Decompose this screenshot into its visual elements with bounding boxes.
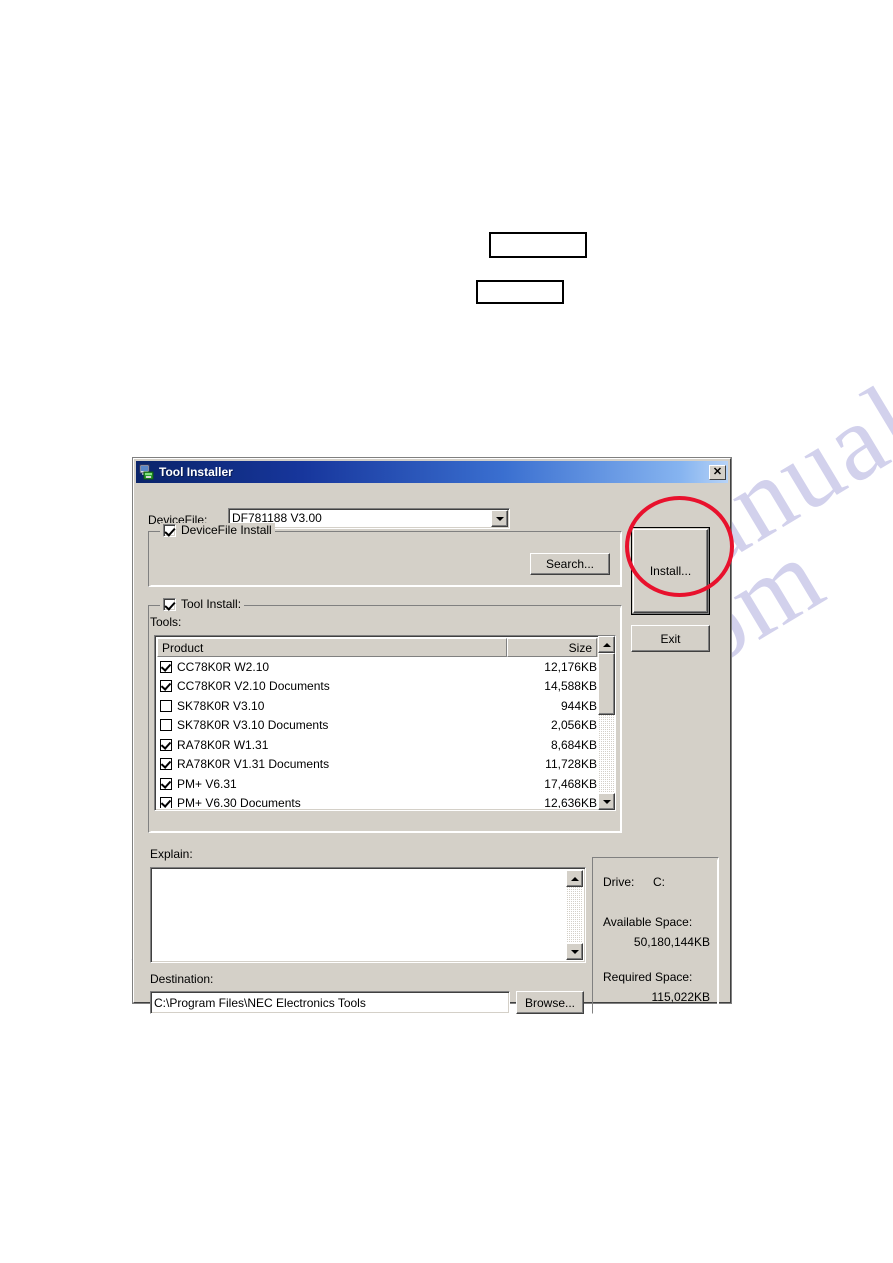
destination-label: Destination: bbox=[150, 972, 214, 986]
row-size-value: 14,588KB bbox=[544, 679, 597, 694]
install-button-label: Install... bbox=[649, 564, 692, 578]
triangle-up-icon[interactable] bbox=[566, 870, 583, 887]
row-checkbox[interactable] bbox=[160, 738, 172, 751]
table-row[interactable]: RA78K0R W1.31 8,684KB bbox=[157, 735, 613, 755]
row-checkbox[interactable] bbox=[160, 719, 172, 732]
row-checkbox[interactable] bbox=[160, 777, 172, 790]
required-space-label: Required Space: bbox=[603, 970, 693, 984]
row-checkbox[interactable] bbox=[160, 758, 172, 771]
table-row[interactable]: CC78K0R V2.10 Documents 14,588KB bbox=[157, 677, 613, 697]
tools-list-label: Tools: bbox=[150, 615, 182, 629]
triangle-down-icon[interactable] bbox=[566, 943, 583, 960]
tools-listview-rows: CC78K0R W2.10 12,176KB CC78K0R V2.10 Docum… bbox=[157, 657, 613, 808]
table-row[interactable]: SK78K0R V3.10 Documents 2,056KB bbox=[157, 716, 613, 736]
row-product-name: CC78K0R V2.10 Documents bbox=[177, 679, 330, 694]
table-row[interactable]: RA78K0R V1.31 Documents 11,728KB bbox=[157, 755, 613, 775]
explain-label: Explain: bbox=[150, 847, 193, 861]
drive-value: C: bbox=[653, 875, 665, 889]
row-checkbox[interactable] bbox=[160, 699, 172, 712]
drive-info-panel: Drive: C: Available Space: 50,180,144KB … bbox=[592, 857, 719, 1014]
tool-install-label: Tool Install: bbox=[181, 597, 242, 611]
table-row[interactable]: SK78K0R V3.10 944KB bbox=[157, 696, 613, 716]
row-product-name: RA78K0R W1.31 bbox=[177, 737, 269, 752]
column-header-size[interactable]: Size bbox=[507, 638, 597, 657]
table-row[interactable]: CC78K0R W2.10 12,176KB bbox=[157, 657, 613, 677]
explain-textarea[interactable] bbox=[150, 867, 586, 963]
search-button[interactable]: Search... bbox=[530, 553, 610, 575]
scrollbar-thumb[interactable] bbox=[598, 653, 615, 715]
tools-listview[interactable]: Product Size CC78K0R W2.10 12,176KB CC78K0… bbox=[154, 635, 616, 811]
explain-scrollbar[interactable] bbox=[566, 870, 583, 960]
devicefile-install-checkbox[interactable] bbox=[163, 523, 176, 537]
close-icon[interactable]: ✕ bbox=[709, 464, 726, 480]
table-row[interactable]: PM+ V6.30 Documents 12,636KB bbox=[157, 794, 613, 808]
destination-input[interactable]: C:\Program Files\NEC Electronics Tools bbox=[150, 991, 510, 1014]
row-size-value: 11,728KB bbox=[545, 757, 597, 772]
row-size-value: 8,684KB bbox=[550, 737, 597, 752]
chevron-down-icon[interactable] bbox=[491, 510, 508, 527]
scrollbar-track[interactable] bbox=[566, 887, 583, 943]
row-checkbox[interactable] bbox=[160, 797, 172, 808]
browse-button-label: Browse... bbox=[524, 995, 575, 1010]
row-product-name: PM+ V6.31 bbox=[177, 776, 237, 791]
available-space-value: 50,180,144KB bbox=[633, 935, 710, 949]
installer-icon bbox=[139, 464, 155, 480]
column-header-product[interactable]: Product bbox=[157, 638, 507, 657]
window-titlebar[interactable]: Tool Installer ✕ bbox=[136, 461, 728, 483]
devicefile-install-legend: DeviceFile Install bbox=[160, 523, 275, 537]
row-product-name: SK78K0R V3.10 bbox=[177, 698, 265, 713]
callout-box-1 bbox=[489, 232, 587, 258]
window-title: Tool Installer bbox=[159, 465, 233, 479]
tool-installer-window: Tool Installer ✕ DeviceFile Install Devi… bbox=[133, 458, 731, 1014]
drive-label: Drive: bbox=[603, 875, 635, 889]
triangle-down-icon[interactable] bbox=[598, 793, 615, 810]
install-button[interactable]: Install... bbox=[631, 527, 710, 615]
destination-value: C:\Program Files\NEC Electronics Tools bbox=[154, 995, 366, 1010]
dialog-body: DeviceFile Install DeviceFile: DF781188 … bbox=[136, 485, 728, 1014]
table-row[interactable]: PM+ V6.31 17,468KB bbox=[157, 774, 613, 794]
triangle-up-icon[interactable] bbox=[598, 636, 615, 653]
row-product-name: RA78K0R V1.31 Documents bbox=[177, 757, 330, 772]
devicefile-install-label: DeviceFile Install bbox=[181, 523, 272, 537]
tools-listview-header: Product Size bbox=[157, 638, 613, 657]
exit-button-label: Exit bbox=[660, 631, 681, 646]
row-size-value: 12,176KB bbox=[544, 659, 597, 674]
exit-button[interactable]: Exit bbox=[631, 625, 710, 652]
tools-list-scrollbar[interactable] bbox=[598, 636, 615, 810]
tool-install-legend: Tool Install: bbox=[160, 597, 245, 611]
row-product-name: SK78K0R V3.10 Documents bbox=[177, 718, 329, 733]
row-product-name: CC78K0R W2.10 bbox=[177, 659, 270, 674]
tool-install-checkbox[interactable] bbox=[163, 597, 176, 611]
browse-button[interactable]: Browse... bbox=[516, 991, 584, 1014]
row-size-value: 17,468KB bbox=[544, 776, 597, 791]
callout-box-2 bbox=[476, 280, 564, 304]
row-product-name: PM+ V6.30 Documents bbox=[177, 796, 301, 808]
row-checkbox[interactable] bbox=[160, 660, 172, 673]
row-size-value: 944KB bbox=[560, 698, 597, 713]
required-space-value: 115,022KB bbox=[651, 990, 711, 1004]
available-space-label: Available Space: bbox=[603, 915, 693, 929]
search-button-label: Search... bbox=[545, 557, 595, 571]
row-checkbox[interactable] bbox=[160, 680, 172, 693]
row-size-value: 2,056KB bbox=[550, 718, 597, 733]
row-size-value: 12,636KB bbox=[544, 796, 597, 808]
